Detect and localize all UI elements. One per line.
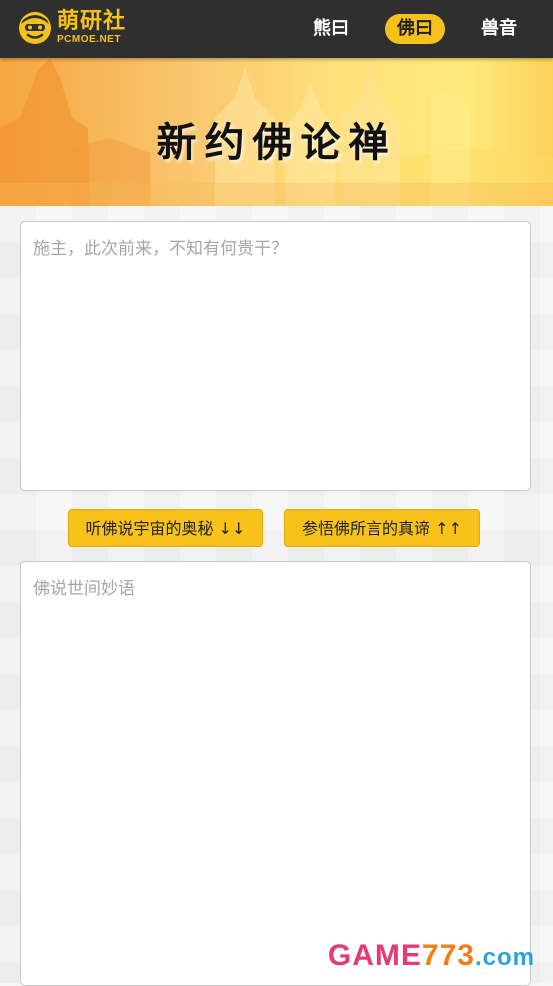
logo-mascot-icon: [17, 10, 53, 46]
top-nav-bar: 萌研社 PCMOE.NET 熊曰 佛曰 兽音: [0, 0, 553, 58]
watermark-part-game: GAME: [327, 939, 422, 972]
nav-item-xiongyue[interactable]: 熊曰: [301, 14, 361, 44]
logo-name-en: PCMOE.NET: [57, 34, 121, 45]
nav-item-shouyin[interactable]: 兽音: [469, 14, 529, 44]
hero-banner: 新约佛论禅: [0, 58, 553, 206]
decode-button[interactable]: 参悟佛所言的真谛 ↑↑: [284, 509, 480, 547]
encode-button[interactable]: 听佛说宇宙的奥秘 ↓↓: [68, 509, 263, 547]
watermark-logo: GAME773.com: [328, 939, 535, 973]
buddha-text-output[interactable]: [20, 561, 531, 986]
nav-item-foyue[interactable]: 佛曰: [385, 14, 445, 44]
logo-name-cn: 萌研社: [57, 9, 127, 34]
watermark-part-domain: .com: [474, 944, 535, 971]
page-title: 新约佛论禅: [156, 120, 397, 166]
site-logo[interactable]: 萌研社 PCMOE.NET: [17, 10, 126, 46]
watermark-part-number: 773: [421, 939, 475, 972]
plain-text-input[interactable]: [20, 221, 531, 491]
main-nav: 熊曰 佛曰 兽音: [301, 14, 529, 44]
